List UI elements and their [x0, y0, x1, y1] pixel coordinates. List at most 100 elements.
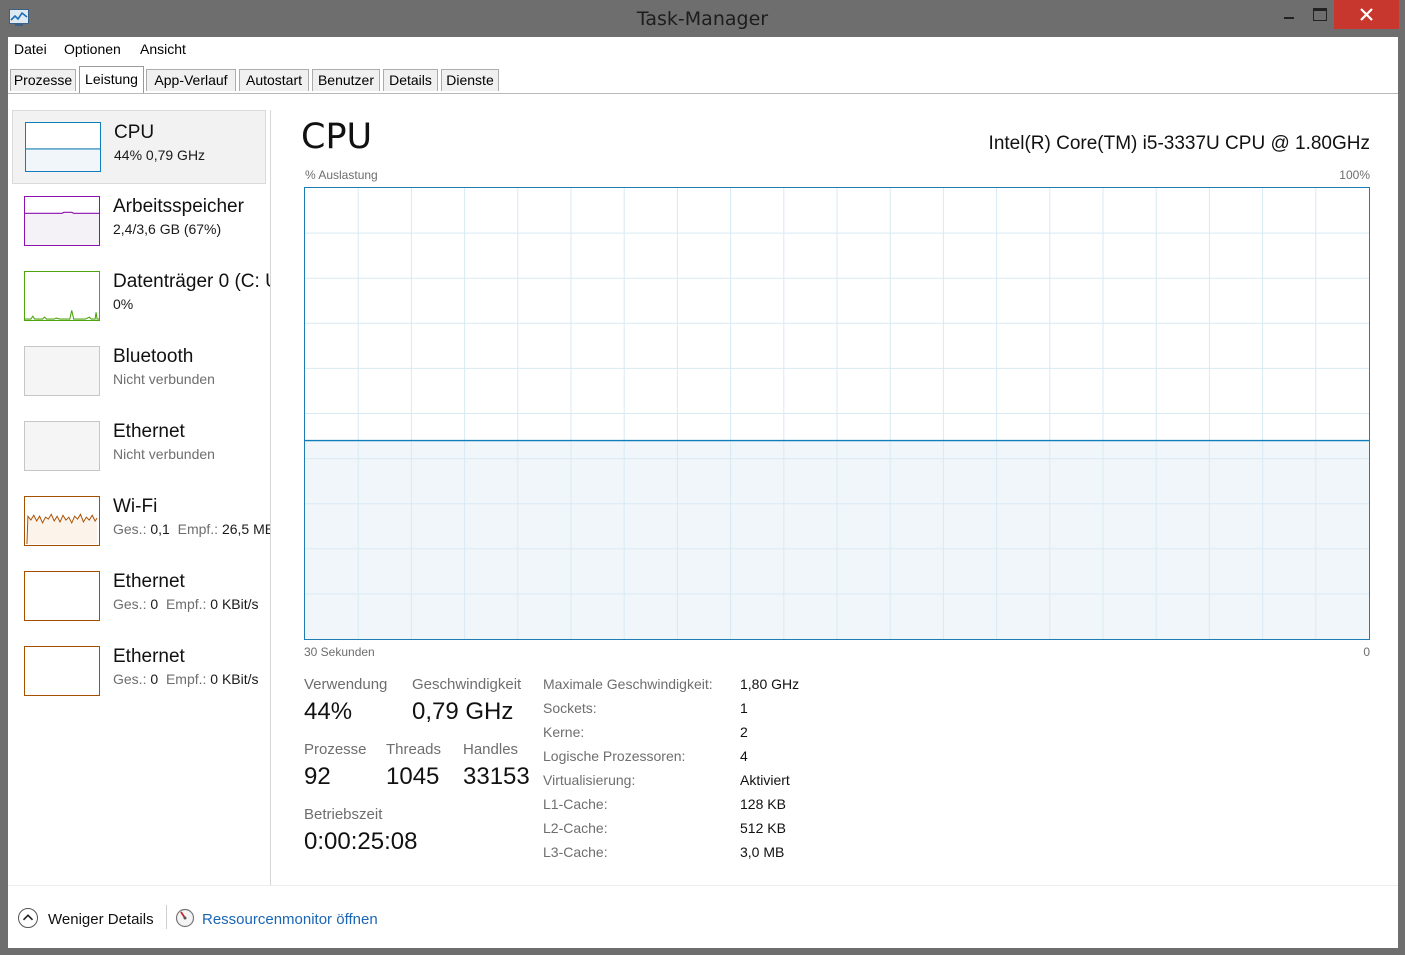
- spec-label: Virtualisierung:: [543, 772, 636, 788]
- sidebar-item-title: Arbeitsspeicher: [113, 196, 244, 217]
- graph-x-min-label: 0: [1363, 645, 1370, 659]
- receive-label: Empf.:: [177, 521, 219, 537]
- sidebar-item-subtitle: Nicht verbunden: [113, 446, 215, 462]
- sidebar-item-title: Wi-Fi: [113, 496, 158, 517]
- receive-value: 26,5 MB: [221, 521, 270, 537]
- sidebar-item-subtitle: Nicht verbunden: [113, 371, 215, 387]
- tab-prozesse[interactable]: Prozesse: [10, 69, 76, 91]
- spec-label: Maximale Geschwindigkeit:: [543, 676, 713, 692]
- spec-value: 1,80 GHz: [740, 676, 800, 692]
- graph-y-label: % Auslastung: [305, 168, 378, 182]
- sidebar-item-subtitle: 2,4/3,6 GB (67%): [113, 221, 222, 237]
- task-manager-window: Task-Manager Datei Optionen Ansicht Proz…: [0, 0, 1405, 955]
- memory-mini-graph: [24, 196, 100, 246]
- tab-autostart[interactable]: Autostart: [239, 69, 309, 91]
- sidebar-item-title: Datenträger 0 (C: U: [113, 271, 270, 292]
- sidebar-item-subtitle: Ges.: 0 Empf.: 0 KBit/s: [113, 671, 259, 687]
- fewer-details-button[interactable]: Weniger Details: [48, 911, 154, 928]
- sidebar-item-title: CPU: [114, 122, 155, 143]
- close-button[interactable]: [1334, 0, 1399, 29]
- chevron-up-circle-icon[interactable]: [18, 908, 38, 928]
- sidebar-item-subtitle: Ges.: 0 Empf.: 0 KBit/s: [113, 596, 259, 612]
- sidebar-item-title: Bluetooth: [113, 346, 194, 367]
- menu-ansicht[interactable]: Ansicht: [140, 41, 186, 57]
- sidebar-item-title: Ethernet: [113, 646, 185, 667]
- tab-details[interactable]: Details: [383, 69, 438, 91]
- sidebar-item-subtitle: 44% 0,79 GHz: [114, 147, 206, 163]
- ethernet-mini-graph: [24, 646, 100, 696]
- usage-label: Verwendung: [304, 676, 388, 693]
- handles-value: 33153: [463, 763, 530, 790]
- usage-value: 44%: [304, 698, 353, 725]
- spec-label: L3-Cache:: [543, 844, 608, 860]
- sidebar-item-arbeitsspeicher[interactable]: Arbeitsspeicher 2,4/3,6 GB (67%): [12, 185, 266, 259]
- tab-dienste[interactable]: Dienste: [441, 69, 499, 91]
- receive-label: Empf.:: [165, 596, 207, 612]
- uptime-label: Betriebszeit: [304, 806, 383, 823]
- cpu-utilization-graph: [304, 187, 1370, 640]
- window-title: Task-Manager: [636, 8, 769, 30]
- processes-value: 92: [304, 763, 331, 790]
- graph-x-label: 30 Sekunden: [304, 645, 375, 659]
- minimize-icon: [1284, 17, 1294, 19]
- spec-value: Aktiviert: [740, 772, 790, 788]
- ethernet-mini-graph: [24, 571, 100, 621]
- menu-bar: Datei Optionen Ansicht: [8, 37, 1398, 61]
- receive-value: 0 KBit/s: [210, 671, 259, 687]
- sidebar-item-title: Ethernet: [113, 421, 185, 442]
- cpu-mini-graph: [25, 122, 101, 172]
- title-bar[interactable]: Task-Manager: [0, 0, 1405, 37]
- spec-value: 3,0 MB: [740, 844, 785, 860]
- uptime-value: 0:00:25:08: [304, 828, 418, 855]
- send-label: Ges.:: [113, 521, 147, 537]
- disk-mini-graph: [24, 271, 100, 321]
- receive-label: Empf.:: [165, 671, 207, 687]
- handles-label: Handles: [463, 741, 519, 758]
- client-area: Datei Optionen Ansicht Prozesse Leistung…: [8, 37, 1398, 948]
- sidebar-item-subtitle: 0%: [113, 296, 134, 312]
- sidebar-item-ethernet-1[interactable]: Ethernet Nicht verbunden: [12, 410, 266, 484]
- spec-label: L1-Cache:: [543, 796, 608, 812]
- resource-monitor-icon[interactable]: [175, 908, 195, 928]
- tab-app-verlauf[interactable]: App-Verlauf: [146, 69, 236, 91]
- spec-value: 512 KB: [740, 820, 786, 836]
- threads-label: Threads: [386, 741, 442, 758]
- cpu-utilization-svg: [305, 188, 1369, 639]
- spec-label: Kerne:: [543, 724, 585, 740]
- sidebar-item-cpu[interactable]: CPU 44% 0,79 GHz: [12, 110, 266, 184]
- open-resource-monitor-link[interactable]: Ressourcenmonitor öffnen: [202, 911, 378, 928]
- page-title: CPU: [301, 117, 373, 157]
- menu-datei[interactable]: Datei: [14, 41, 47, 57]
- sidebar-item-datentraeger[interactable]: Datenträger 0 (C: U 0%: [12, 260, 270, 334]
- threads-value: 1045: [386, 763, 440, 790]
- footer-divider: [8, 885, 1398, 886]
- ethernet-mini-graph: [24, 421, 100, 471]
- send-value: 0,1: [150, 521, 170, 537]
- bluetooth-mini-graph: [24, 346, 100, 396]
- sidebar-item-ethernet-2[interactable]: Ethernet Ges.: 0 Empf.: 0 KBit/s: [12, 560, 266, 634]
- speed-label: Geschwindigkeit: [412, 676, 522, 693]
- sidebar-item-subtitle: Ges.: 0,1 Empf.: 26,5 MB: [113, 521, 270, 537]
- tab-benutzer[interactable]: Benutzer: [312, 69, 380, 91]
- graph-y-max-label: 100%: [1339, 168, 1370, 182]
- sidebar-item-wifi[interactable]: Wi-Fi Ges.: 0,1 Empf.: 26,5 MB: [12, 485, 270, 559]
- sidebar-divider: [270, 110, 271, 885]
- sidebar-item-bluetooth[interactable]: Bluetooth Nicht verbunden: [12, 335, 266, 409]
- send-value: 0: [150, 596, 159, 612]
- spec-label: Sockets:: [543, 700, 597, 716]
- send-label: Ges.:: [113, 671, 147, 687]
- resource-sidebar: CPU 44% 0,79 GHz Arbeitsspeicher 2,4/3,6…: [8, 93, 270, 888]
- send-label: Ges.:: [113, 596, 147, 612]
- maximize-button[interactable]: [1304, 0, 1334, 29]
- footer-separator: [166, 905, 167, 929]
- receive-value: 0 KBit/s: [210, 596, 259, 612]
- tab-leistung[interactable]: Leistung: [79, 66, 144, 93]
- close-icon: [1360, 8, 1373, 21]
- send-value: 0: [150, 671, 159, 687]
- sidebar-item-ethernet-3[interactable]: Ethernet Ges.: 0 Empf.: 0 KBit/s: [12, 635, 266, 709]
- menu-optionen[interactable]: Optionen: [64, 41, 121, 57]
- maximize-icon: [1313, 8, 1327, 21]
- tab-bar: Prozesse Leistung App-Verlauf Autostart …: [8, 61, 1398, 94]
- minimize-button[interactable]: [1273, 0, 1304, 29]
- spec-value: 2: [740, 724, 748, 740]
